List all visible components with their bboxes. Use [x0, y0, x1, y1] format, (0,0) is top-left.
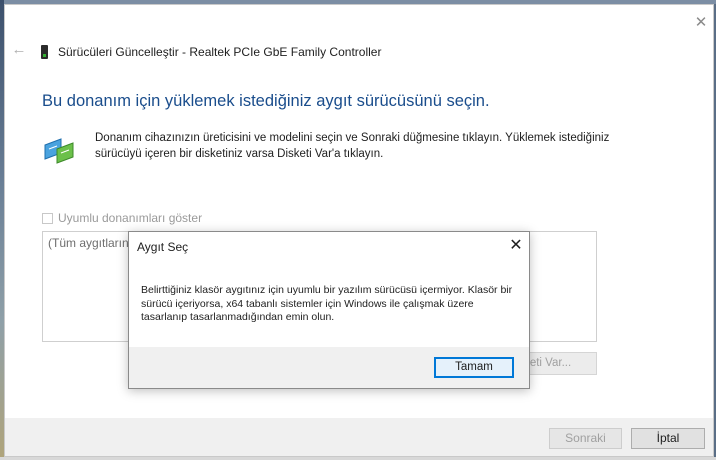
wizard-title: Sürücüleri Güncelleştir - Realtek PCIe G…: [58, 45, 382, 59]
select-device-dialog: Aygıt Seç ✕ Belirttiğiniz klasör aygıtın…: [128, 231, 530, 389]
dialog-title: Aygıt Seç: [137, 240, 189, 254]
compatible-hardware-label: Uyumlu donanımları göster: [58, 211, 203, 225]
instructions-text: Donanım cihazınızın üreticisini ve model…: [95, 132, 610, 160]
back-arrow-icon[interactable]: ←: [10, 41, 28, 59]
network-adapter-icon: [44, 138, 74, 164]
cancel-button[interactable]: İptal: [631, 428, 705, 449]
list-item[interactable]: (Tüm aygıtların: [48, 236, 129, 250]
ok-button[interactable]: Tamam: [434, 357, 514, 378]
dialog-footer: Tamam: [129, 347, 529, 388]
network-device-icon: [41, 45, 48, 59]
wizard-footer: Sonraki İptal: [5, 418, 713, 456]
close-icon[interactable]: ✕: [505, 235, 527, 257]
page-heading: Bu donanım için yüklemek istediğiniz ayg…: [42, 92, 490, 110]
dialog-message: Belirttiğiniz klasör aygıtınız için uyum…: [141, 284, 513, 323]
wizard-title-bar: Sürücüleri Güncelleştir - Realtek PCIe G…: [41, 43, 381, 61]
close-icon[interactable]: ✕: [691, 13, 711, 33]
next-button[interactable]: Sonraki: [549, 428, 622, 449]
checkbox-box[interactable]: [42, 212, 53, 224]
compatible-hardware-checkbox[interactable]: Uyumlu donanımları göster: [42, 211, 202, 225]
